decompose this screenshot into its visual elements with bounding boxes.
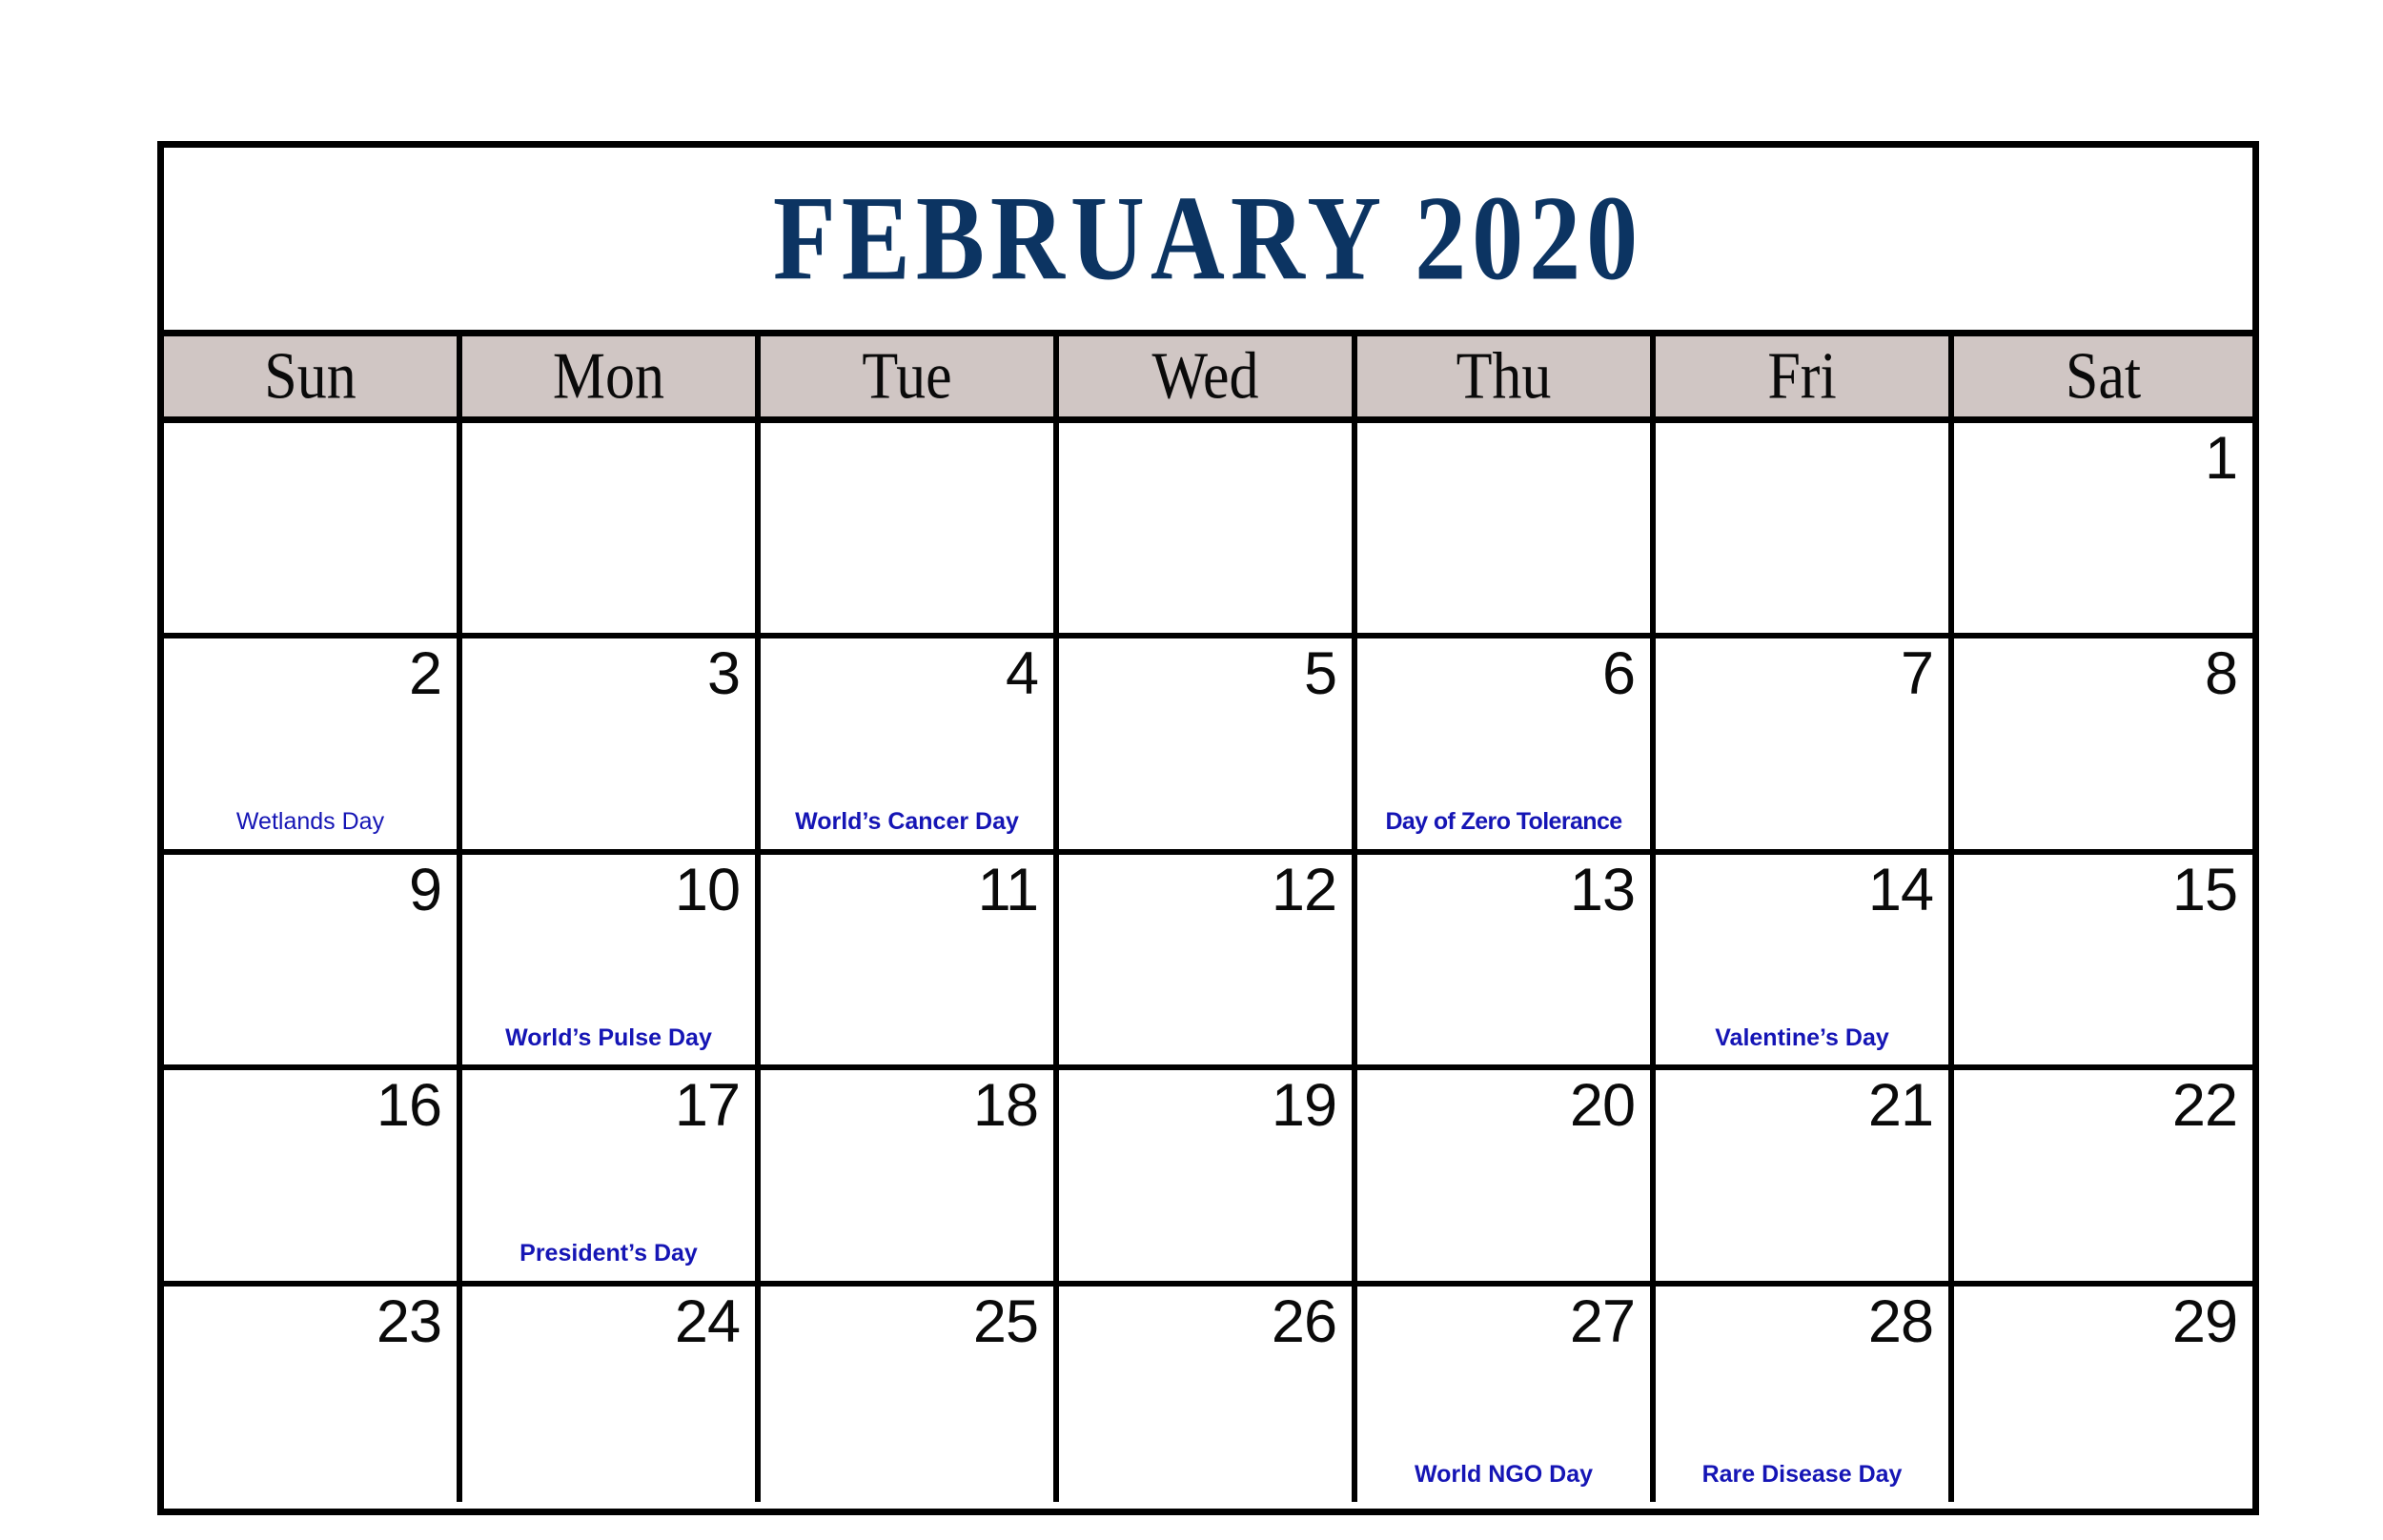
weekday-header-tue: Tue — [761, 336, 1059, 416]
day-event-label: Valentine’s Day — [1715, 1023, 1889, 1051]
day-number: 25 — [972, 1287, 1039, 1355]
week-row: 1 — [164, 423, 2252, 639]
day-event-label: Wetlands Day — [235, 808, 385, 836]
day-cell-15[interactable]: 15 — [1954, 854, 2252, 1065]
calendar: FEBRUARY 2020 Sun Mon Tue Wed Thu Fri Sat 1 2 We… — [157, 141, 2259, 1515]
day-number: 27 — [1569, 1287, 1636, 1355]
weekday-header-sat: Sat — [1954, 336, 2252, 416]
day-number: 10 — [674, 856, 741, 923]
day-event-label: Day of Zero Tolerance — [1385, 808, 1622, 836]
weekday-header-mon: Mon — [462, 336, 761, 416]
day-number: 12 — [1271, 856, 1337, 923]
weekday-header-wed: Wed — [1059, 336, 1357, 416]
day-number: 22 — [2171, 1072, 2238, 1140]
day-number: 2 — [408, 640, 442, 708]
day-cell-10[interactable]: 10 World’s Pulse Day — [462, 854, 761, 1065]
week-row: 23 24 25 26 27 World NGO Day 28 Rare Disease Da… — [164, 1286, 2252, 1502]
day-event-label: World’s Pulse Day — [505, 1023, 712, 1051]
day-cell-17[interactable]: 17 President’s Day — [462, 1070, 761, 1281]
weekday-label: Thu — [1456, 339, 1552, 414]
calendar-title-bar: FEBRUARY 2020 — [164, 148, 2252, 336]
day-cell-26[interactable]: 26 — [1059, 1286, 1357, 1502]
day-number: 23 — [376, 1287, 442, 1355]
day-number: 21 — [1867, 1072, 1934, 1140]
day-number: 4 — [1005, 640, 1039, 708]
day-cell-1[interactable]: 1 — [1954, 423, 2252, 634]
day-cell-24[interactable]: 24 — [462, 1286, 761, 1502]
day-number: 24 — [674, 1287, 741, 1355]
day-cell-empty — [761, 423, 1059, 634]
day-cell-25[interactable]: 25 — [761, 1286, 1059, 1502]
day-cell-5[interactable]: 5 — [1059, 638, 1357, 849]
day-event-label: World’s Cancer Day — [795, 808, 1019, 836]
day-cell-16[interactable]: 16 — [164, 1070, 462, 1281]
day-cell-18[interactable]: 18 — [761, 1070, 1059, 1281]
day-number: 13 — [1569, 856, 1636, 923]
day-cell-7[interactable]: 7 — [1656, 638, 1954, 849]
weekday-label: Sat — [2065, 339, 2142, 414]
weekday-header-row: Sun Mon Tue Wed Thu Fri Sat — [164, 336, 2252, 423]
day-cell-empty — [164, 423, 462, 634]
day-number: 9 — [408, 856, 442, 923]
day-number: 6 — [1601, 640, 1636, 708]
day-cell-29[interactable]: 29 — [1954, 1286, 2252, 1502]
day-cell-28[interactable]: 28 Rare Disease Day — [1656, 1286, 1954, 1502]
day-cell-2[interactable]: 2 Wetlands Day — [164, 638, 462, 849]
day-number: 16 — [376, 1072, 442, 1140]
day-cell-6[interactable]: 6 Day of Zero Tolerance — [1357, 638, 1656, 849]
day-number: 1 — [2204, 425, 2238, 492]
day-cell-4[interactable]: 4 World’s Cancer Day — [761, 638, 1059, 849]
day-number: 29 — [2171, 1287, 2238, 1355]
day-number: 11 — [977, 856, 1039, 923]
week-row: 9 10 World’s Pulse Day 11 12 13 14 Valentine’s … — [164, 854, 2252, 1071]
weekday-header-fri: Fri — [1656, 336, 1954, 416]
day-cell-21[interactable]: 21 — [1656, 1070, 1954, 1281]
day-cell-13[interactable]: 13 — [1357, 854, 1656, 1065]
day-number: 28 — [1867, 1287, 1934, 1355]
day-cell-empty — [462, 423, 761, 634]
day-number: 15 — [2171, 856, 2238, 923]
day-number: 14 — [1867, 856, 1934, 923]
week-row: 16 17 President’s Day 18 19 20 21 22 — [164, 1070, 2252, 1287]
day-cell-empty — [1059, 423, 1357, 634]
weekday-label: Fri — [1767, 339, 1837, 414]
day-cell-9[interactable]: 9 — [164, 854, 462, 1065]
day-cell-8[interactable]: 8 — [1954, 638, 2252, 849]
weekday-header-thu: Thu — [1357, 336, 1656, 416]
day-cell-19[interactable]: 19 — [1059, 1070, 1357, 1281]
day-cell-14[interactable]: 14 Valentine’s Day — [1656, 854, 1954, 1065]
day-number: 3 — [706, 640, 741, 708]
page-title: FEBRUARY 2020 — [772, 171, 1644, 306]
weekday-header-sun: Sun — [164, 336, 462, 416]
calendar-week-grid: 1 2 Wetlands Day 3 4 World’s Cancer Day 5 6 Day … — [164, 423, 2252, 1502]
day-number: 7 — [1900, 640, 1934, 708]
day-number: 8 — [2204, 640, 2238, 708]
day-number: 26 — [1271, 1287, 1337, 1355]
day-cell-11[interactable]: 11 — [761, 854, 1059, 1065]
weekday-label: Sun — [264, 339, 356, 414]
day-cell-3[interactable]: 3 — [462, 638, 761, 849]
day-event-label: Rare Disease Day — [1701, 1461, 1903, 1489]
weekday-label: Wed — [1151, 339, 1259, 414]
day-cell-23[interactable]: 23 — [164, 1286, 462, 1502]
day-number: 20 — [1569, 1072, 1636, 1140]
day-cell-27[interactable]: 27 World NGO Day — [1357, 1286, 1656, 1502]
day-cell-empty — [1656, 423, 1954, 634]
day-number: 19 — [1271, 1072, 1337, 1140]
day-cell-22[interactable]: 22 — [1954, 1070, 2252, 1281]
day-event-label: President’s Day — [519, 1240, 698, 1267]
day-number: 5 — [1303, 640, 1337, 708]
weekday-label: Tue — [862, 339, 952, 414]
day-cell-20[interactable]: 20 — [1357, 1070, 1656, 1281]
day-number: 17 — [674, 1072, 741, 1140]
weekday-label: Mon — [552, 339, 665, 414]
day-event-label: World NGO Day — [1414, 1461, 1594, 1489]
day-number: 18 — [972, 1072, 1039, 1140]
week-row: 2 Wetlands Day 3 4 World’s Cancer Day 5 6 Day o… — [164, 638, 2252, 855]
day-cell-12[interactable]: 12 — [1059, 854, 1357, 1065]
day-cell-empty — [1357, 423, 1656, 634]
